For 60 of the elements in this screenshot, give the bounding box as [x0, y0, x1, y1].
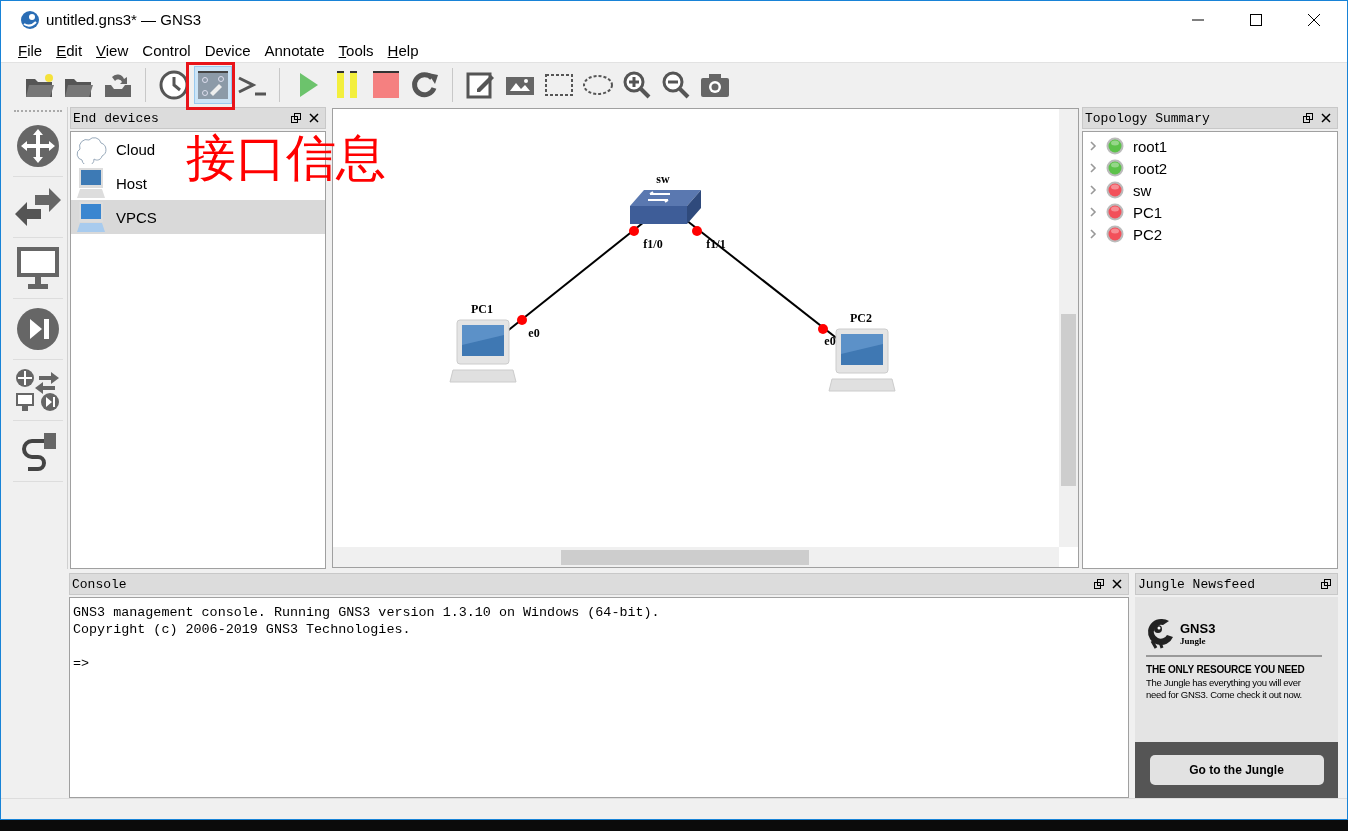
computer-icon: [75, 201, 107, 233]
menu-item[interactable]: Device: [197, 41, 258, 59]
panel-title: Console: [72, 576, 127, 592]
chameleon-icon: [1146, 617, 1176, 649]
panel-title: Jungle Newsfeed: [1138, 576, 1256, 592]
app-logo-icon: [20, 9, 40, 30]
menu-item[interactable]: File: [11, 41, 50, 59]
brand-subtitle: Jungle: [1180, 635, 1207, 646]
annotation-box: [186, 62, 235, 110]
console-line: GNS3 management console. Running GNS3 version 1.3.10 on Windows (64-bit).: [73, 604, 661, 621]
menu-item[interactable]: Control: [135, 41, 198, 59]
port-label: e0: [528, 326, 540, 340]
panel-title: Topology Summary: [1085, 110, 1210, 126]
menu-item[interactable]: Annotate: [257, 41, 332, 59]
close-icon[interactable]: [1112, 579, 1122, 589]
switch-icon[interactable]: [630, 190, 701, 224]
list-item[interactable]: VPCS: [71, 200, 325, 234]
stop-icon: [370, 69, 402, 101]
node-name[interactable]: sw: [1133, 181, 1152, 199]
news-text: The Jungle has everything you will ever need for GNS3. Come check it out now.: [1146, 677, 1303, 701]
close-icon[interactable]: [309, 113, 319, 123]
news-heading: THE ONLY RESOURCE YOU NEED: [1146, 664, 1306, 675]
maximize-icon[interactable]: [1250, 13, 1262, 26]
vertical-scrollbar[interactable]: [1059, 109, 1078, 547]
port-label: e0: [824, 334, 836, 348]
float-icon[interactable]: [1094, 579, 1104, 589]
node-name[interactable]: root2: [1133, 159, 1168, 177]
toolbar-button[interactable]: [194, 66, 232, 104]
jungle-button[interactable]: Go to the Jungle: [1149, 755, 1324, 785]
computer-icon[interactable]: [449, 319, 517, 383]
close-icon[interactable]: [1308, 13, 1320, 26]
window-title: untitled.gns3* — GNS3: [46, 11, 202, 28]
console-prompt[interactable]: =>: [73, 655, 1125, 672]
close-icon[interactable]: [1321, 113, 1331, 123]
horizontal-scrollbar[interactable]: [333, 547, 1059, 567]
computer-icon: [75, 167, 107, 199]
menu-item[interactable]: Tools: [331, 41, 381, 59]
list-item[interactable]: Host: [71, 166, 153, 200]
float-icon[interactable]: [291, 113, 301, 123]
zoom-out-icon: [660, 69, 692, 101]
node-label: sw: [656, 172, 670, 186]
node-name[interactable]: root1: [1133, 137, 1168, 155]
list-item[interactable]: Cloud: [71, 132, 162, 166]
port-label: f1/0: [643, 237, 663, 251]
node-label: PC1: [471, 302, 493, 316]
node-name[interactable]: PC1: [1133, 203, 1163, 221]
interface-labels-icon: [197, 69, 229, 101]
console-line: Copyright (c) 2006-2019 GNS3 Technologies.: [73, 621, 412, 638]
float-icon[interactable]: [1303, 113, 1313, 123]
menu-item[interactable]: View: [89, 41, 136, 59]
cloud-icon: [75, 134, 107, 164]
brand-name: GNS3: [1180, 620, 1216, 636]
menu-item[interactable]: Help: [380, 41, 426, 59]
annotation-text: 接口信息: [186, 132, 386, 184]
node-label: PC2: [850, 311, 872, 325]
float-icon[interactable]: [1321, 579, 1331, 589]
panel-title: End devices: [73, 110, 159, 126]
menu-item[interactable]: Edit: [49, 41, 90, 59]
zoom-in-icon: [621, 69, 653, 101]
node-name[interactable]: PC2: [1133, 225, 1163, 243]
